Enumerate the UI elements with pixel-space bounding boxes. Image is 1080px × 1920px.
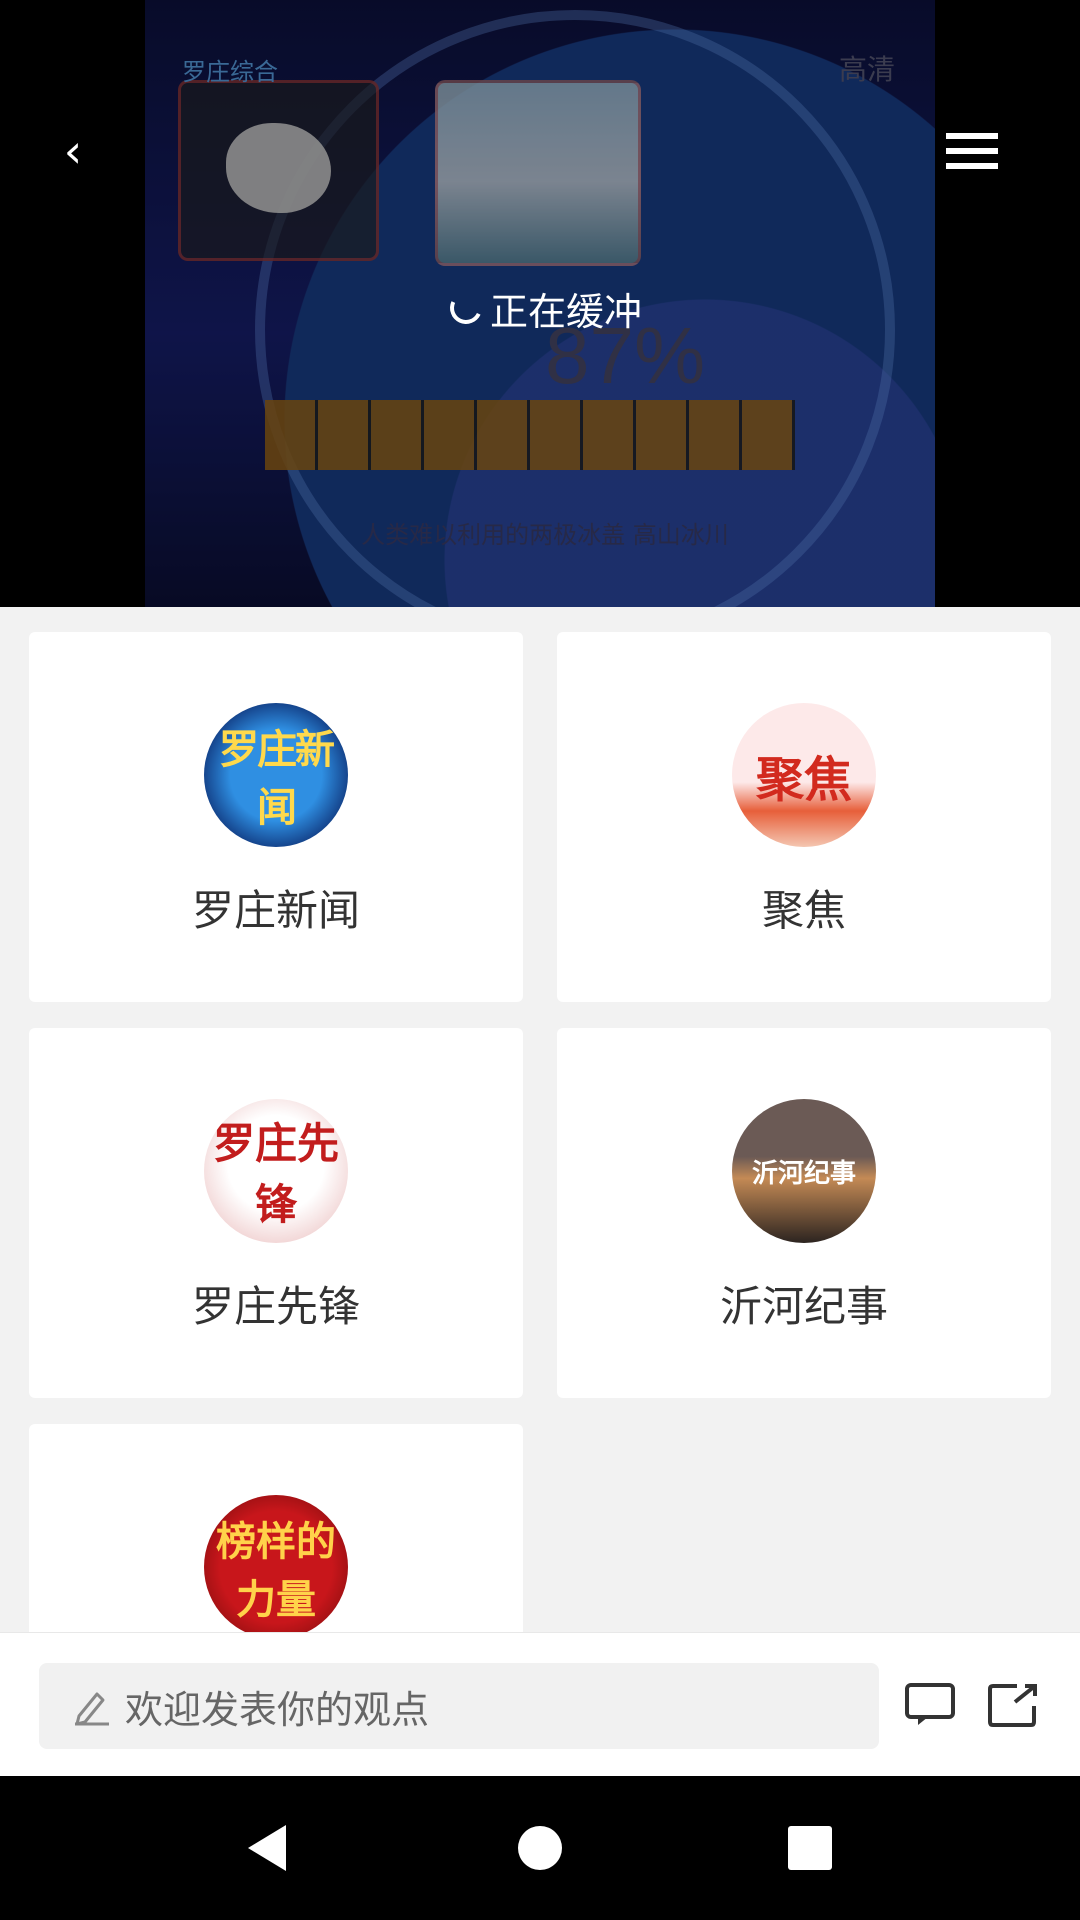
program-grid: 罗庄新闻 罗庄新闻 聚焦 聚焦 罗庄先锋 罗庄先锋 沂河纪事 沂河纪事 榜样的力… <box>0 607 1080 1632</box>
share-icon[interactable] <box>987 1682 1039 1728</box>
comment-placeholder: 欢迎发表你的观点 <box>125 1687 430 1732</box>
menu-button[interactable] <box>946 133 998 173</box>
program-card-yihe-chronicle[interactable]: 沂河纪事 沂河纪事 <box>557 1028 1051 1398</box>
buffering-text: 正在缓冲 <box>490 289 643 334</box>
comment-input[interactable]: 欢迎发表你的观点 <box>39 1663 879 1749</box>
menu-icon-line <box>946 148 998 154</box>
program-card-luozhuang-pioneer[interactable]: 罗庄先锋 罗庄先锋 <box>29 1028 523 1398</box>
program-thumbnail: 罗庄新闻 <box>204 703 348 847</box>
comment-bar: 欢迎发表你的观点 <box>0 1632 1080 1777</box>
edit-icon <box>75 1692 109 1726</box>
spinner-icon <box>445 287 487 329</box>
nav-home-icon[interactable] <box>515 1823 565 1873</box>
screen: 罗庄综合 高清 87% 人类难以利用的两极冰盖 高山冰川 ‹ 正在缓冲 罗庄新闻… <box>0 0 1080 1920</box>
nav-recent-icon[interactable] <box>785 1823 835 1873</box>
program-thumbnail: 榜样的力量 <box>204 1495 348 1632</box>
program-title: 聚焦 <box>761 886 846 935</box>
program-title: 罗庄新闻 <box>191 886 360 935</box>
menu-icon-line <box>946 163 998 169</box>
program-title: 罗庄先锋 <box>191 1282 360 1331</box>
program-thumbnail: 聚焦 <box>732 703 876 847</box>
comment-icon[interactable] <box>904 1682 956 1726</box>
menu-icon-line <box>946 133 998 139</box>
system-nav-bar <box>0 1776 1080 1920</box>
buffering-indicator: 正在缓冲 <box>445 278 643 338</box>
program-thumbnail: 罗庄先锋 <box>204 1099 348 1243</box>
program-card-focus[interactable]: 聚焦 聚焦 <box>557 632 1051 1002</box>
program-title: 沂河纪事 <box>719 1282 888 1331</box>
program-thumbnail: 沂河纪事 <box>732 1099 876 1243</box>
back-button[interactable]: ‹ <box>46 124 100 178</box>
back-icon: ‹ <box>63 124 83 178</box>
program-card-luozhuang-news[interactable]: 罗庄新闻 罗庄新闻 <box>29 632 523 1002</box>
video-player[interactable]: 罗庄综合 高清 87% 人类难以利用的两极冰盖 高山冰川 ‹ 正在缓冲 <box>0 0 1080 607</box>
program-card-role-model[interactable]: 榜样的力量 <box>29 1424 523 1632</box>
nav-back-icon[interactable] <box>244 1823 294 1873</box>
